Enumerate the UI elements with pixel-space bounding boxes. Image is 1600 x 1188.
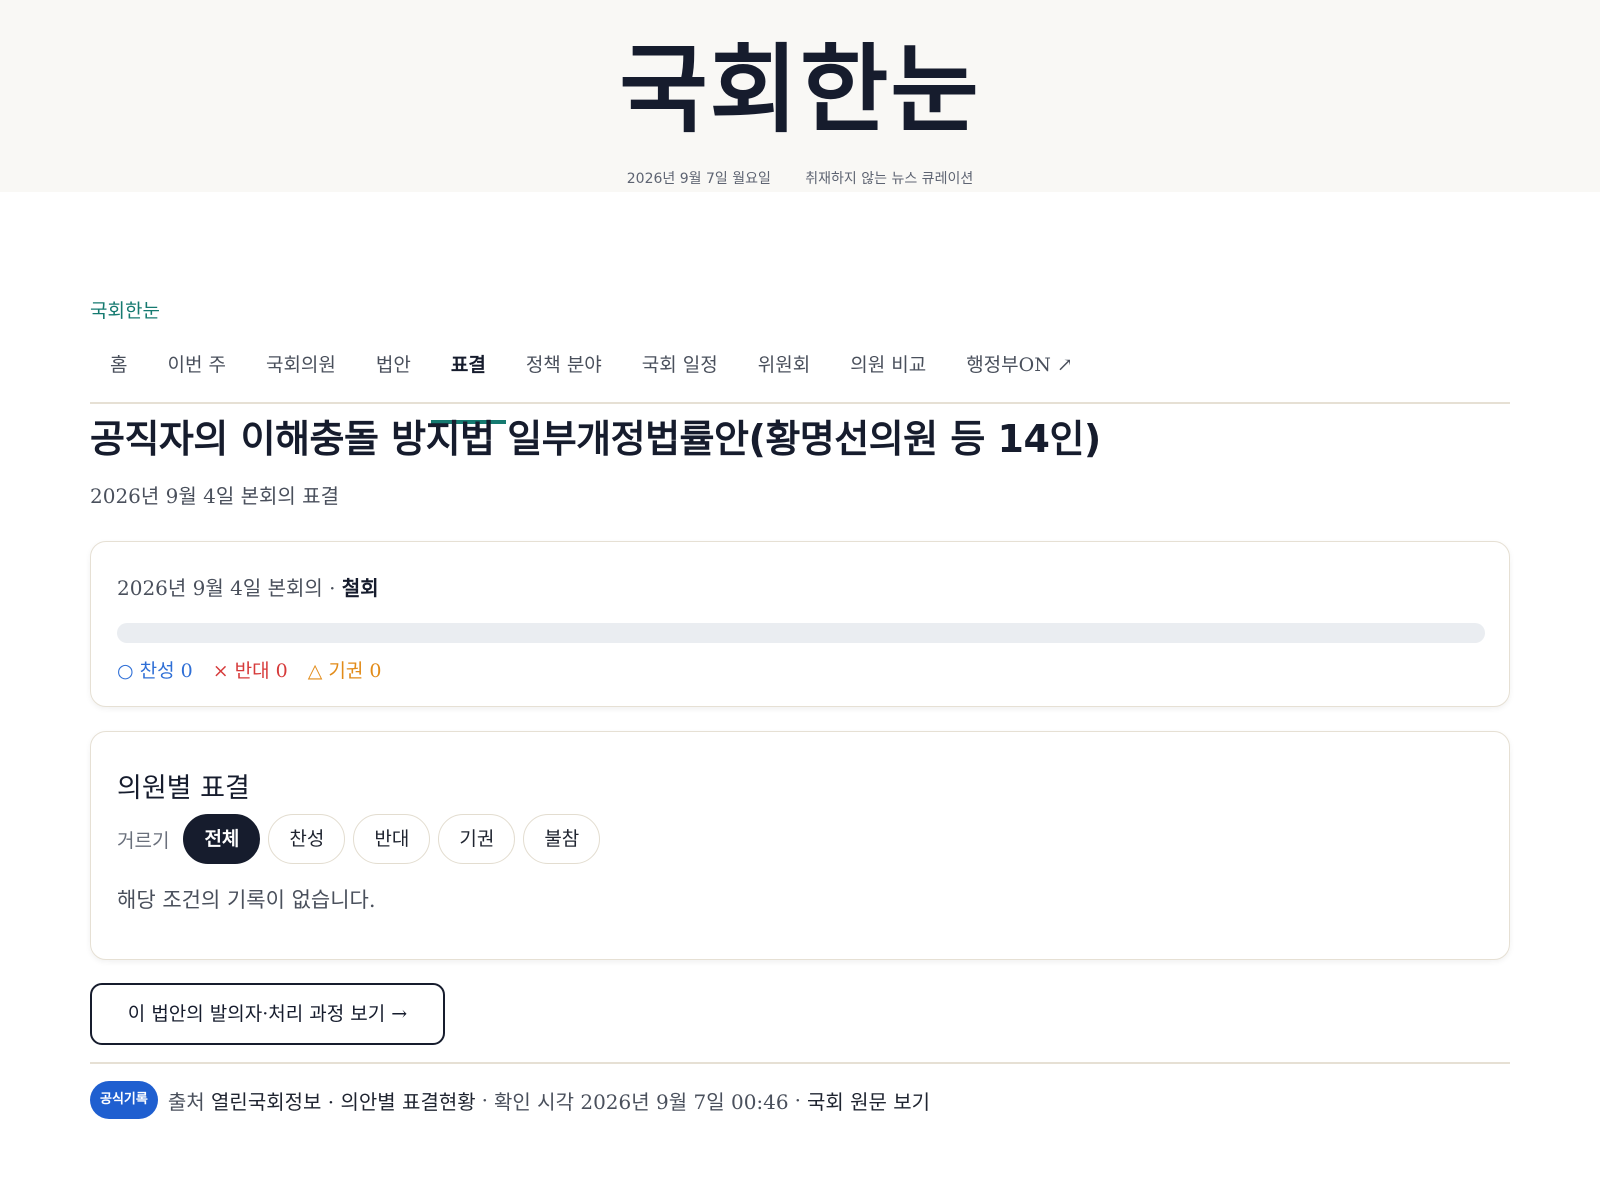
source-footer: 공식기록 출처 열린국회정보 · 의안별 표결현황 · 확인 시각 2026년 … [90,1081,930,1119]
nav-item-votes[interactable]: 표결 [430,348,506,424]
source-prefix: 출처 [167,1089,205,1114]
original-source-link[interactable]: 국회 원문 보기 [807,1086,930,1115]
nav-item-committees[interactable]: 위원회 [738,348,830,402]
nav-item-compare[interactable]: 의원 비교 [830,348,946,402]
nav-item-bills[interactable]: 법안 [356,348,431,402]
nav-item-policy[interactable]: 정책 분야 [506,348,622,402]
member-votes-heading: 의원별 표결 [117,773,250,804]
masthead-meta: 2026년 9월 7일 월요일 취재하지 않는 뉴스 큐레이션 [0,168,1600,188]
checked-time: 2026년 9월 7일 00:46 [580,1089,789,1114]
separator: · [794,1088,801,1112]
site-logo[interactable]: 국회한눈 [0,42,1600,138]
nav-item-home[interactable]: 홈 [90,348,147,402]
filter-absent-button[interactable]: 불참 [523,814,601,864]
vote-session: 2026년 9월 4일 본회의 · 철회 [117,572,379,601]
masthead: 국회한눈 2026년 9월 7일 월요일 취재하지 않는 뉴스 큐레이션 [0,0,1600,192]
filter-abstain-button[interactable]: 기권 [438,814,516,864]
filter-all-button[interactable]: 전체 [183,814,261,864]
divider [90,1062,1510,1064]
separator: · [481,1088,489,1112]
vote-counts: ○ 찬성 0 × 반대 0 △ 기권 0 [117,656,382,683]
member-votes-card: 의원별 표결 거르기 전체 찬성 반대 기권 불참 해당 조건의 기록이 없습니… [90,731,1510,960]
source-name: 열린국회정보 · 의안별 표결현황 [211,1089,476,1114]
filter-yes-button[interactable]: 찬성 [268,814,346,864]
page-title: 공직자의 이해충돌 방지법 일부개정법률안(황명선의원 등 14인) [90,417,1101,461]
abstain-count: △ 기권 0 [307,660,382,682]
vote-filter: 거르기 전체 찬성 반대 기권 불참 [117,814,608,864]
masthead-tagline: 취재하지 않는 뉴스 큐레이션 [805,171,974,187]
filter-no-button[interactable]: 반대 [353,814,431,864]
nav-item-executive-external[interactable]: 행정부ON ↗ [946,348,1093,402]
vote-result-bar [117,623,1485,643]
nav-item-members[interactable]: 국회의원 [246,348,356,402]
nav-item-schedule[interactable]: 국회 일정 [622,348,738,402]
main-nav: 홈 이번 주 국회의원 법안 표결 정책 분야 국회 일정 위원회 의원 비교 … [90,348,1510,424]
no-count: × 반대 0 [212,660,288,682]
page-subtitle: 2026년 9월 4일 본회의 표결 [90,484,339,508]
vote-status: 철회 [341,576,379,600]
view-bill-process-button[interactable]: 이 법안의 발의자·처리 과정 보기 → [90,983,445,1045]
official-record-badge: 공식기록 [90,1081,158,1119]
vote-session-date: 2026년 9월 4일 본회의 · [117,576,342,600]
filter-label: 거르기 [117,829,170,852]
nav-item-this-week[interactable]: 이번 주 [147,348,245,402]
section-brand[interactable]: 국회한눈 [90,296,160,323]
masthead-date: 2026년 9월 7일 월요일 [626,171,771,187]
yes-count: ○ 찬성 0 [117,660,193,682]
checked-prefix: 확인 시각 [494,1089,574,1114]
empty-state-message: 해당 조건의 기록이 없습니다. [117,888,376,912]
vote-summary-card: 2026년 9월 4일 본회의 · 철회 ○ 찬성 0 × 반대 0 △ 기권 … [90,541,1510,707]
